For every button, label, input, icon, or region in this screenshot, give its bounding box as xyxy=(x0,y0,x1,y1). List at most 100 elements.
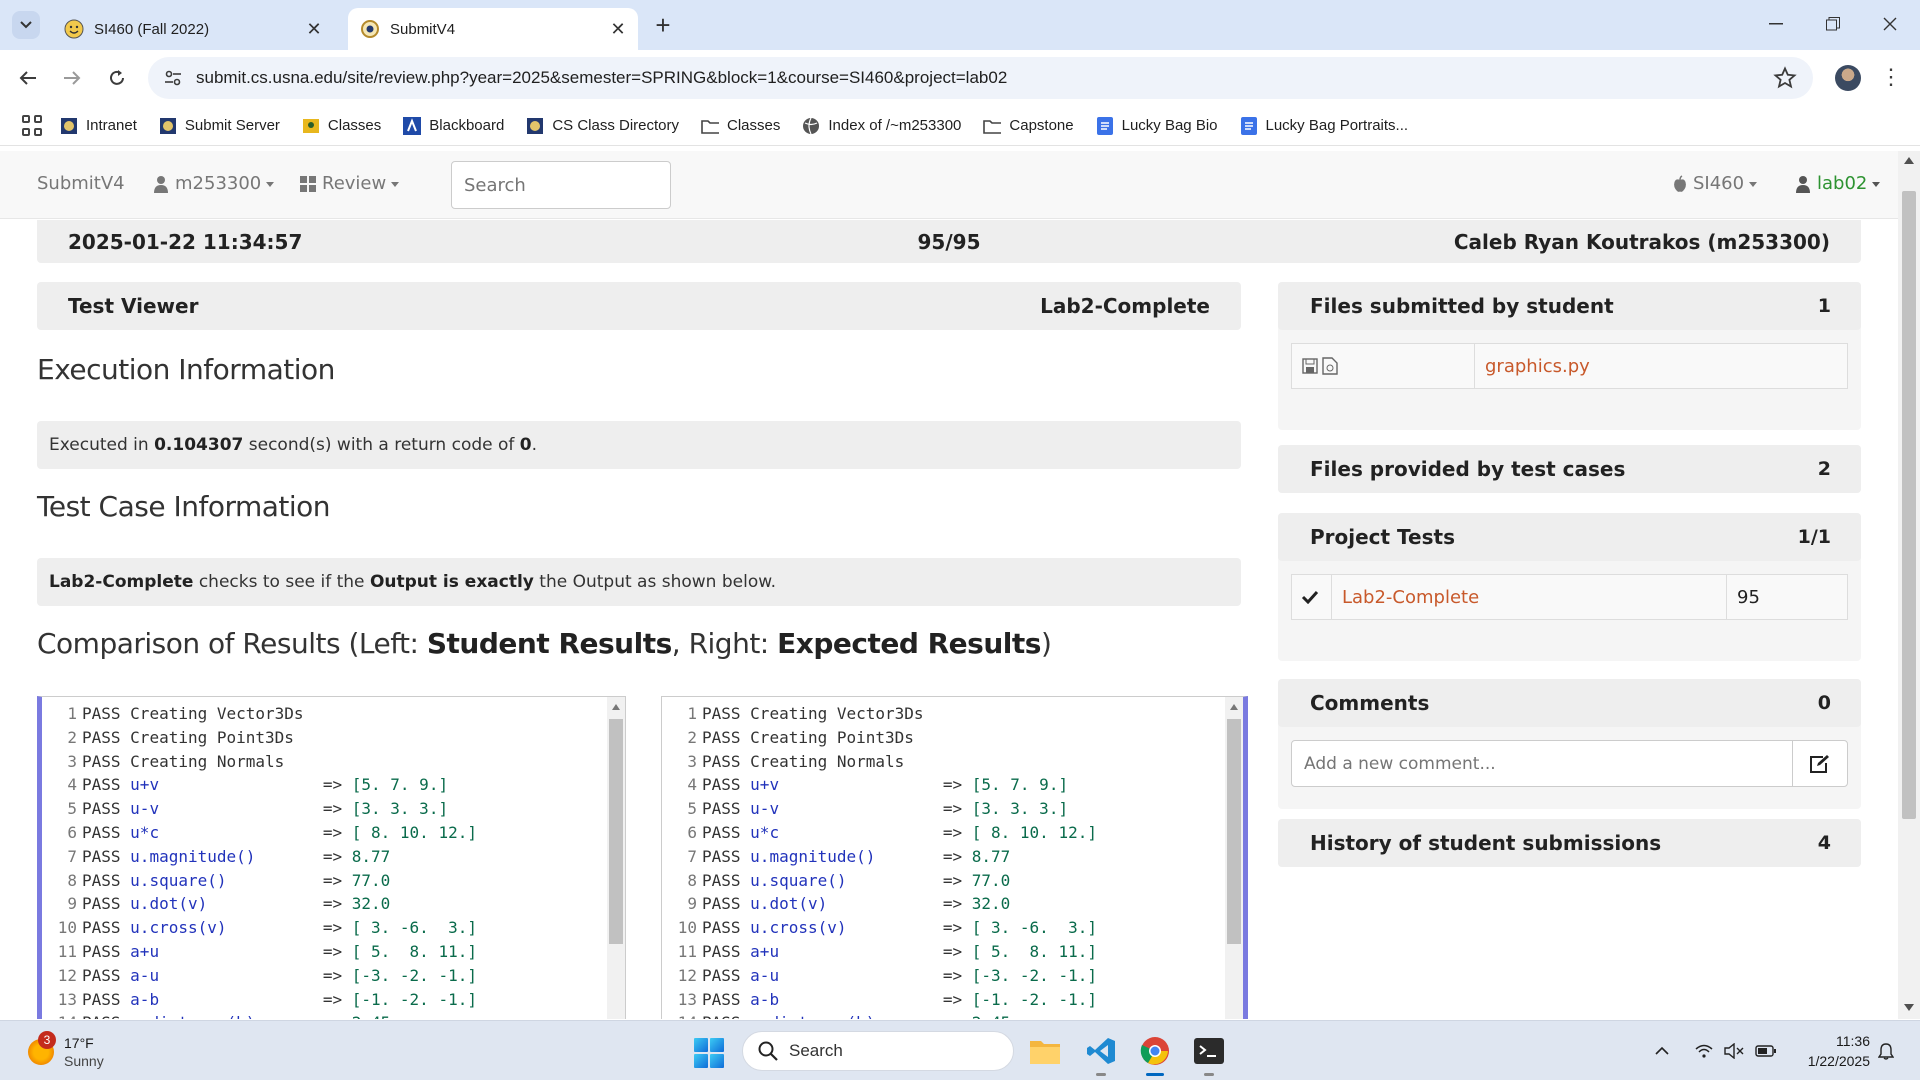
browser-tab-bar: SI460 (Fall 2022) ✕ SubmitV4 ✕ + xyxy=(0,0,1920,50)
test-viewer-title: Test Viewer xyxy=(68,294,199,318)
page-scrollbar[interactable] xyxy=(1898,151,1920,1019)
line-number: 1 xyxy=(67,704,77,723)
battery-icon[interactable] xyxy=(1755,1041,1777,1061)
line-text: PASS u*c => [ 8. 10. 12.] xyxy=(702,821,1097,845)
add-comment-button[interactable] xyxy=(1792,740,1848,787)
bookmark-classes[interactable]: Classes xyxy=(302,117,381,135)
taskbar-search[interactable]: Search xyxy=(742,1031,1014,1071)
files-submitted-header[interactable]: Files submitted by student 1 xyxy=(1278,282,1861,330)
url-text: submit.cs.usna.edu/site/review.php?year=… xyxy=(196,68,1008,87)
close-icon[interactable]: ✕ xyxy=(606,17,630,41)
close-icon[interactable]: ✕ xyxy=(302,17,326,41)
folder-icon xyxy=(1030,1041,1060,1064)
history-header[interactable]: History of student submissions 4 xyxy=(1278,819,1861,867)
browser-menu-icon[interactable]: ⋮ xyxy=(1880,64,1902,92)
bookmark-intranet[interactable]: Intranet xyxy=(60,117,137,135)
bookmark-classes-folder[interactable]: Classes xyxy=(701,117,780,135)
scroll-thumb[interactable] xyxy=(1902,191,1916,819)
project-test-name: Lab2-Complete xyxy=(1342,586,1480,608)
course-menu[interactable]: SI460 xyxy=(1673,173,1758,194)
minimize-button[interactable] xyxy=(1748,0,1804,48)
windows-taskbar: 3 17°F Sunny Search 11:36 1/22/2025 xyxy=(0,1020,1920,1080)
scroll-up-icon[interactable] xyxy=(1904,157,1914,164)
bookmark-submit-server[interactable]: Submit Server xyxy=(159,117,280,135)
expected-results-pane[interactable]: 1 PASS Creating Vector3Ds 2 PASS Creating P… xyxy=(661,696,1248,1019)
wifi-icon[interactable] xyxy=(1695,1041,1713,1061)
tab-si460[interactable]: SI460 (Fall 2022) ✕ xyxy=(52,8,334,50)
files-provided-header[interactable]: Files provided by test cases 2 xyxy=(1278,445,1861,493)
project-menu[interactable]: lab02 xyxy=(1795,173,1881,194)
code-line: 10 PASS u.cross(v) => [ 3. -6. 3.] xyxy=(662,916,1097,940)
test-case-bold: Output is exactly xyxy=(369,572,534,592)
profile-avatar[interactable] xyxy=(1835,65,1861,91)
line-text: PASS u.dot(v) => 32.0 xyxy=(702,892,1010,916)
search-input[interactable] xyxy=(451,161,671,209)
tab-submitv4[interactable]: SubmitV4 ✕ xyxy=(348,8,638,50)
file-view-icon[interactable] xyxy=(1322,357,1338,375)
brand-link[interactable]: SubmitV4 xyxy=(37,173,125,194)
test-value: [-1. -2. -1.] xyxy=(971,989,1097,1009)
code-line: 5 PASS u-v => [3. 3. 3.] xyxy=(42,797,477,821)
arrow: => xyxy=(942,918,963,938)
line-text: PASS Creating Vector3Ds xyxy=(82,702,304,726)
return-code: 0 xyxy=(519,435,532,455)
submitted-file-link[interactable]: graphics.py xyxy=(1475,344,1847,388)
bookmark-capstone[interactable]: Capstone xyxy=(983,117,1074,135)
bookmark-blackboard[interactable]: Blackboard xyxy=(403,116,504,135)
file-explorer-app[interactable] xyxy=(1027,1033,1063,1069)
reload-button[interactable] xyxy=(99,60,135,96)
bookmark-lucky-bag-bio[interactable]: Lucky Bag Bio xyxy=(1096,116,1218,135)
new-tab-button[interactable]: + xyxy=(650,10,676,40)
bookmark-index[interactable]: Index of /~m253300 xyxy=(802,117,961,135)
close-window-button[interactable] xyxy=(1862,0,1918,48)
line-text: PASS a.distance(b) => 2.45 xyxy=(82,1011,390,1019)
line-number: 10 xyxy=(57,918,77,938)
site-settings-icon[interactable] xyxy=(162,67,184,89)
restore-button[interactable] xyxy=(1805,0,1861,48)
scroll-down-icon[interactable] xyxy=(1904,1004,1914,1011)
bookmark-label: Index of /~m253300 xyxy=(828,117,962,134)
address-bar[interactable]: submit.cs.usna.edu/site/review.php?year=… xyxy=(148,57,1813,99)
files-provided-count: 2 xyxy=(1817,458,1831,480)
vscode-app[interactable] xyxy=(1083,1033,1119,1076)
pass-status: PASS xyxy=(82,799,121,819)
comments-header[interactable]: Comments 0 xyxy=(1278,679,1861,727)
notifications-bell-icon[interactable] xyxy=(1878,1041,1894,1061)
chrome-app[interactable] xyxy=(1137,1033,1173,1076)
project-tests-header[interactable]: Project Tests 1/1 xyxy=(1278,513,1861,561)
apps-grid-icon[interactable] xyxy=(22,114,44,137)
expected-pane-scrollbar[interactable] xyxy=(1225,697,1243,1019)
system-clock[interactable]: 11:36 1/22/2025 xyxy=(1780,1031,1870,1071)
save-icon[interactable] xyxy=(1302,358,1318,374)
test-case-name: Lab2-Complete xyxy=(49,572,194,592)
bookmark-label: Classes xyxy=(327,117,382,134)
pass-status: PASS xyxy=(702,727,741,747)
comment-input[interactable] xyxy=(1291,740,1793,787)
files-submitted-count: 1 xyxy=(1817,295,1831,317)
student-results-pane[interactable]: 1 PASS Creating Vector3Ds 2 PASS Creating P… xyxy=(37,696,626,1019)
line-number: 13 xyxy=(57,989,77,1009)
project-test-link[interactable]: Lab2-Complete xyxy=(1332,575,1727,619)
course-label: SI460 xyxy=(1693,173,1745,194)
bookmark-cs-class-directory[interactable]: CS Class Directory xyxy=(526,117,679,135)
volume-muted-icon[interactable] xyxy=(1724,1041,1744,1061)
browser-toolbar: submit.cs.usna.edu/site/review.php?year=… xyxy=(0,50,1920,106)
terminal-app[interactable] xyxy=(1191,1033,1227,1076)
review-menu[interactable]: Review xyxy=(300,173,400,194)
pass-status: PASS xyxy=(82,894,121,914)
arrow: => xyxy=(942,822,963,842)
tab-search-button[interactable] xyxy=(12,11,40,39)
weather-widget[interactable]: 3 17°F Sunny xyxy=(24,1031,164,1073)
user-menu[interactable]: m253300 xyxy=(153,173,275,194)
test-case-info: Lab2-Complete checks to see if the Outpu… xyxy=(37,558,1241,606)
grid-icon xyxy=(300,175,316,192)
student-pane-scrollbar[interactable] xyxy=(607,697,625,1019)
line-number: 11 xyxy=(677,941,697,961)
code-line: 5 PASS u-v => [3. 3. 3.] xyxy=(662,797,1097,821)
start-button[interactable] xyxy=(694,1038,724,1068)
bookmark-lucky-bag-portraits[interactable]: Lucky Bag Portraits... xyxy=(1240,116,1408,135)
back-button[interactable] xyxy=(10,60,46,96)
forward-button[interactable] xyxy=(54,60,90,96)
bookmark-star-icon[interactable] xyxy=(1773,66,1797,90)
show-hidden-icons[interactable] xyxy=(1655,1041,1669,1061)
